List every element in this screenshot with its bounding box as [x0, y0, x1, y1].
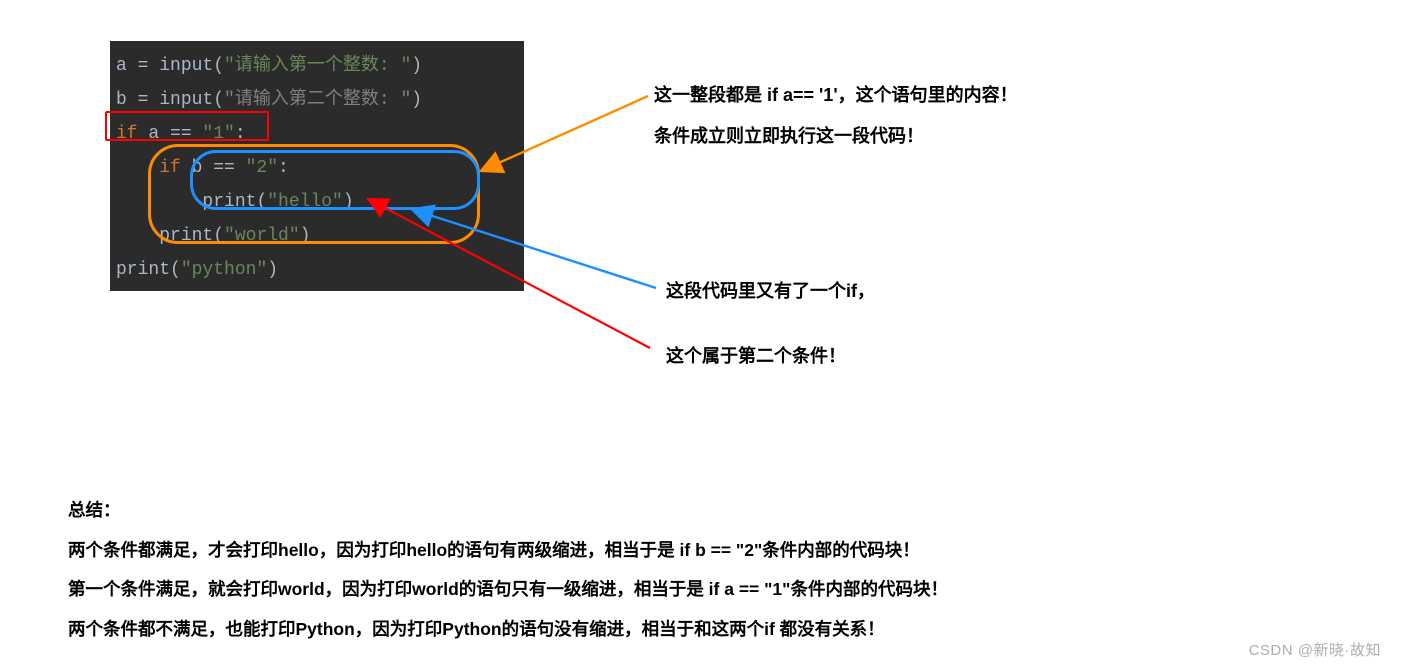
code-line-7: print("python")	[116, 253, 518, 287]
watermark: CSDN @新晓·故知	[1249, 639, 1381, 660]
summary-line3: 两个条件都不满足，也能打印Python，因为打印Python的语句没有缩进，相当…	[68, 617, 1268, 642]
code-line-1: a = input("请输入第一个整数: ")	[116, 49, 518, 83]
annotation-blue-line1: 这段代码里又有了一个if，	[666, 278, 1066, 305]
summary-title: 总结：	[68, 498, 1268, 523]
summary-section: 总结： 两个条件都满足，才会打印hello，因为打印hello的语句有两级缩进，…	[68, 498, 1268, 656]
annotation-blue: 这段代码里又有了一个if， 这个属于第二个条件！	[666, 278, 1066, 370]
annotation-blue-line2: 这个属于第二个条件！	[666, 343, 1066, 370]
summary-line1: 两个条件都满足，才会打印hello，因为打印hello的语句有两级缩进，相当于是…	[68, 538, 1268, 563]
annotation-orange-line1: 这一整段都是 if a== '1'，这个语句里的内容！	[654, 82, 1214, 109]
red-highlight-box	[105, 111, 269, 141]
summary-line2: 第一个条件满足，就会打印world，因为打印world的语句只有一级缩进，相当于…	[68, 577, 1268, 602]
annotation-orange-line2: 条件成立则立即执行这一段代码！	[654, 123, 1214, 150]
annotation-orange: 这一整段都是 if a== '1'，这个语句里的内容！ 条件成立则立即执行这一段…	[654, 82, 1214, 150]
blue-highlight-box	[190, 150, 480, 210]
